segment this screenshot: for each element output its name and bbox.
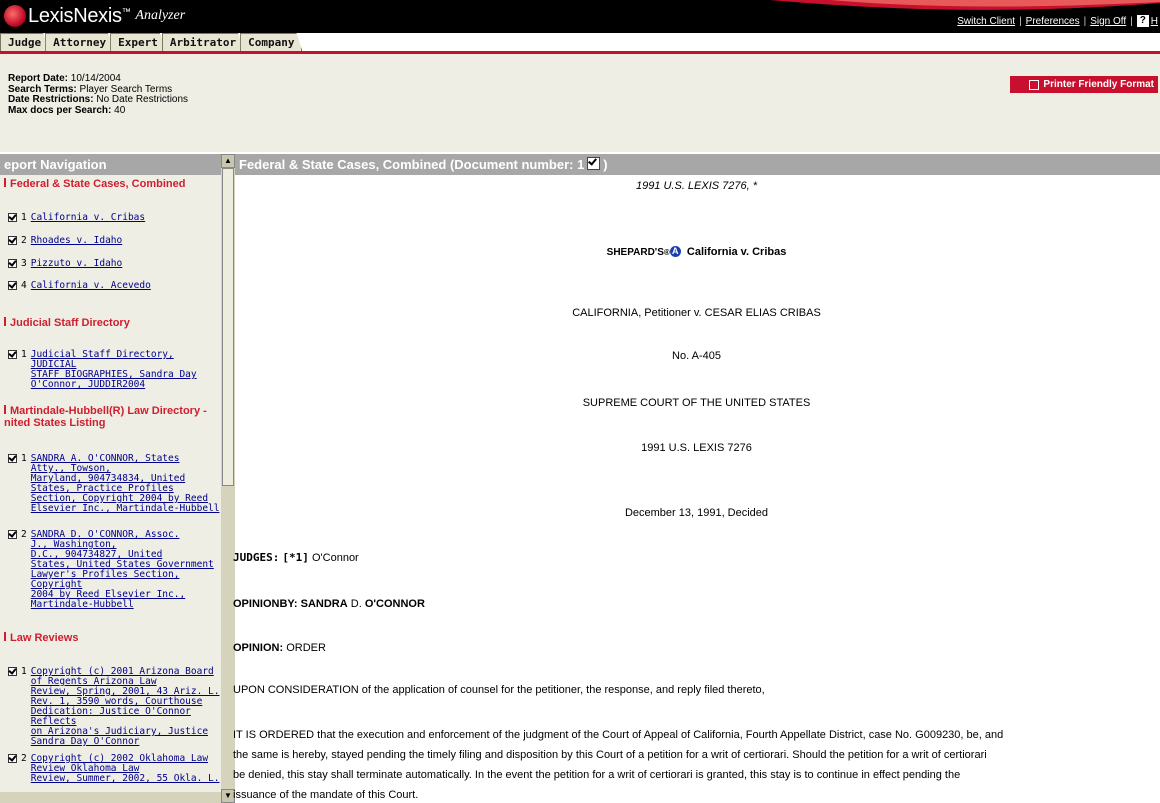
nav-item: 1 California v. Cribas: [8, 213, 220, 223]
judges-line: JUDGES: [*1] O'Connor: [233, 551, 359, 564]
nav-item: 2 Copyright (c) 2002 Oklahoma Law Review O…: [8, 754, 220, 784]
tab-expert[interactable]: Expert: [110, 33, 166, 51]
link-separator: |: [1083, 15, 1087, 27]
nav-link[interactable]: SANDRA D. O'CONNOR, Assoc. J., Washington…: [31, 530, 220, 610]
nav-item: 3 Pizzuto v. Idaho: [8, 259, 220, 269]
document-body: 1991 U.S. LEXIS 7276, * SHEPARD'S® A Cali…: [233, 175, 1160, 803]
paragraph-consideration: UPON CONSIDERATION of the application of…: [233, 684, 765, 696]
document-checkbox[interactable]: [587, 157, 601, 170]
docket-number: No. A-405: [672, 350, 721, 362]
document-header: Federal & State Cases, Combined (Documen…: [235, 154, 1160, 175]
shepards-signal-icon[interactable]: A: [669, 246, 681, 257]
nav-section-martindale[interactable]: Martindale-Hubbell(R) Law Directory - nit…: [4, 405, 219, 429]
tab-attorney[interactable]: Attorney: [45, 33, 114, 51]
preferences-link[interactable]: Preferences: [1026, 16, 1080, 27]
paragraph-order: IT IS ORDERED that the execution and enf…: [233, 729, 1004, 801]
tab-arbitrator[interactable]: Arbitrator: [162, 33, 244, 51]
brand-swoosh: [770, 0, 1160, 10]
nav-horizontal-scrollbar[interactable]: [0, 792, 221, 803]
printer-friendly-button[interactable]: Printer Friendly Format: [1010, 76, 1158, 93]
nav-section-judicial-staff[interactable]: Judicial Staff Directory: [4, 317, 219, 329]
brand-trademark: ™: [121, 5, 131, 16]
nav-section-law-reviews[interactable]: Law Reviews: [4, 632, 219, 644]
case-name: California v. Cribas: [686, 246, 787, 258]
help-link[interactable]: H: [1151, 16, 1158, 27]
checkbox[interactable]: [8, 754, 17, 763]
lexisnexis-logo[interactable]: LexisNexis™ Analyzer: [4, 3, 185, 29]
nav-item: 2 Rhoades v. Idaho: [8, 236, 220, 246]
switch-client-link[interactable]: Switch Client: [957, 16, 1015, 27]
nav-item: 1 Judicial Staff Directory, JUDICIAL STAFF…: [8, 350, 220, 390]
report-info-panel: Report Date: 10/14/2004 Search Terms: Pl…: [0, 54, 1160, 152]
shepards-label[interactable]: SHEPARD'S: [607, 247, 664, 258]
sign-off-link[interactable]: Sign Off: [1090, 16, 1126, 27]
report-metadata: Report Date: 10/14/2004 Search Terms: Pl…: [8, 73, 188, 116]
nav-link[interactable]: Copyright (c) 2001 Arizona Board of Regen…: [31, 667, 220, 747]
utility-links: Switch Client | Preferences | Sign Off |…: [957, 15, 1158, 27]
checkbox[interactable]: [8, 259, 17, 268]
link-separator: |: [1019, 15, 1022, 27]
tab-company[interactable]: Company: [240, 33, 302, 51]
court-name: SUPREME COURT OF THE UNITED STATES: [582, 397, 811, 409]
checkbox[interactable]: [8, 281, 17, 290]
nav-item: 1 Copyright (c) 2001 Arizona Board of Rege…: [8, 667, 220, 747]
nav-link[interactable]: Copyright (c) 2002 Oklahoma Law Review Ok…: [31, 754, 220, 784]
opinion-line: OPINION: ORDER: [233, 642, 326, 654]
product-name: Analyzer: [135, 8, 186, 23]
role-tabs: Judge Attorney Expert Arbitrator Company: [0, 33, 298, 51]
printer-icon: [1029, 79, 1040, 90]
checkbox[interactable]: [8, 454, 17, 463]
printer-friendly-label: Printer Friendly Format: [1043, 79, 1154, 90]
nav-link[interactable]: California v. Cribas: [31, 213, 145, 223]
scroll-up-arrow-icon[interactable]: ▲: [221, 154, 235, 168]
opinion-by-line: OPINIONBY: SANDRA D. O'CONNOR: [233, 598, 425, 610]
tab-judge[interactable]: Judge: [0, 33, 49, 51]
checkbox[interactable]: [8, 350, 17, 359]
report-navigation-title: eport Navigation: [0, 154, 229, 175]
nav-link[interactable]: California v. Acevedo: [31, 281, 151, 291]
nav-link[interactable]: Rhoades v. Idaho: [31, 236, 123, 246]
nav-item: 2 SANDRA D. O'CONNOR, Assoc. J., Washingto…: [8, 530, 220, 610]
report-navigation-panel: Federal & State Cases, Combined 1 Califor…: [0, 175, 221, 803]
checkbox[interactable]: [8, 213, 17, 222]
help-icon[interactable]: ?: [1136, 15, 1149, 27]
top-bar: LexisNexis™ Analyzer Switch Client | Pre…: [0, 0, 1160, 33]
citation: 1991 U.S. LEXIS 7276: [641, 442, 752, 454]
nav-link[interactable]: Judicial Staff Directory, JUDICIAL STAFF …: [31, 350, 220, 390]
decision-date: December 13, 1991, Decided: [624, 507, 769, 519]
link-separator: |: [1130, 15, 1133, 27]
case-parties: CALIFORNIA, Petitioner v. CESAR ELIAS CR…: [572, 307, 821, 319]
checkbox[interactable]: [8, 236, 17, 245]
nav-link[interactable]: SANDRA A. O'CONNOR, States Atty., Towson,…: [31, 454, 220, 514]
nav-item: 4 California v. Acevedo: [8, 281, 220, 291]
nav-item: 1 SANDRA A. O'CONNOR, States Atty., Towson…: [8, 454, 220, 514]
nav-link[interactable]: Pizzuto v. Idaho: [31, 259, 123, 269]
checkbox[interactable]: [8, 667, 17, 676]
shepards-line: SHEPARD'S® A California v. Cribas: [606, 246, 787, 258]
max-docs: Max docs per Search: 40: [8, 104, 126, 116]
checkbox[interactable]: [8, 530, 17, 539]
nav-section-federal-state[interactable]: Federal & State Cases, Combined: [4, 178, 219, 190]
lexisnexis-logo-icon: [4, 5, 26, 27]
citation-top: 1991 U.S. LEXIS 7276, *: [635, 180, 758, 192]
brand-name: LexisNexis: [28, 4, 122, 27]
